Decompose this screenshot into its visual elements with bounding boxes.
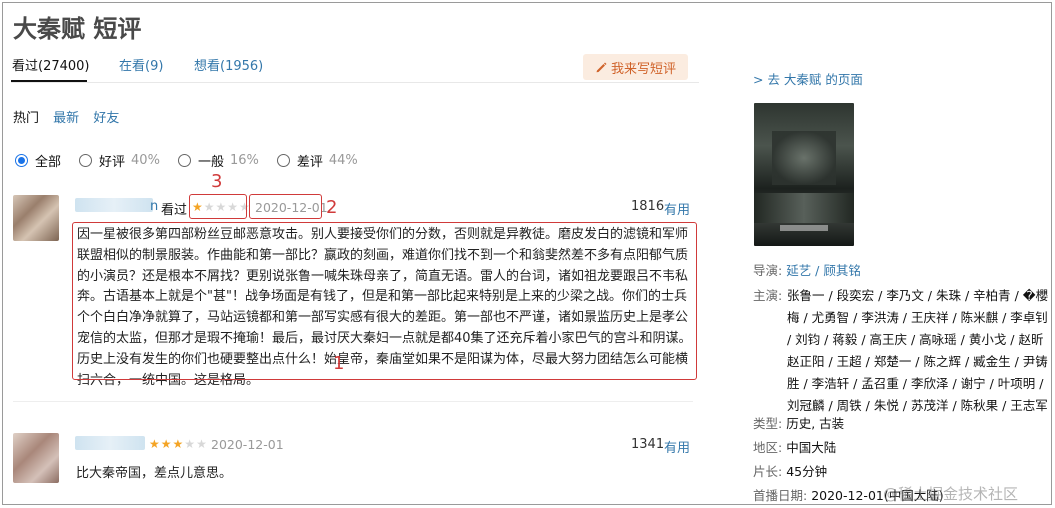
annotation-box-3 bbox=[189, 194, 247, 219]
region-value: 中国大陆 bbox=[786, 440, 837, 455]
cast-label: 主演: bbox=[753, 288, 783, 303]
genre-value: 历史, 古装 bbox=[786, 416, 845, 431]
star-icon: ★ bbox=[184, 437, 196, 451]
useful-button[interactable]: 有用 bbox=[664, 199, 690, 218]
rating-stars: ★ ★ ★ ★ ★ bbox=[149, 437, 207, 451]
info-length: 片长: 45分钟 bbox=[753, 461, 827, 483]
watermark: @稀土掘金技术社区 bbox=[883, 485, 1019, 503]
filter-medium[interactable]: 一般 16% bbox=[177, 151, 259, 170]
username-tail[interactable]: n bbox=[150, 199, 158, 214]
info-cast: 张鲁一 / 段奕宏 / 李乃文 / 朱珠 / 辛柏青 / �櫻 梅 / 尤勇智 … bbox=[787, 285, 1048, 417]
comment-divider bbox=[13, 401, 693, 402]
star-icon: ★ bbox=[149, 437, 160, 451]
director-label: 导演: bbox=[753, 263, 783, 278]
page-frame: 大秦赋 短评 看过(27400) 在看(9) 想看(1956) 我来写短评 热门… bbox=[2, 2, 1052, 505]
vote-count: 1341 bbox=[631, 437, 665, 452]
tab-want[interactable]: 想看(1956) bbox=[194, 55, 263, 74]
comment-date: 2020-12-01 bbox=[211, 437, 284, 452]
poster-image[interactable] bbox=[754, 103, 854, 246]
radio-all[interactable] bbox=[15, 154, 28, 167]
filter-bad[interactable]: 差评 44% bbox=[276, 151, 358, 170]
tab-watching[interactable]: 在看(9) bbox=[119, 55, 163, 74]
filter-medium-pct: 16% bbox=[229, 153, 259, 168]
annotation-label-1: 1 bbox=[333, 353, 345, 374]
annotation-label-3: 3 bbox=[211, 171, 223, 192]
avatar[interactable] bbox=[13, 195, 59, 241]
annotation-box-2 bbox=[249, 194, 322, 219]
radio-medium[interactable] bbox=[177, 154, 191, 167]
sort-hot[interactable]: 热门 bbox=[13, 111, 39, 126]
star-icon: ★ bbox=[196, 437, 207, 451]
cast-line[interactable]: 张鲁一 / 段奕宏 / 李乃文 / 朱珠 / 辛柏青 / �櫻 bbox=[787, 285, 1048, 307]
rating-filter: 全部 好评 40% 一般 16% 差评 44% bbox=[15, 151, 376, 170]
filter-bad-label: 差评 bbox=[296, 155, 323, 170]
comment-status: 看过 bbox=[161, 203, 188, 218]
vote-count: 1816 bbox=[631, 199, 665, 214]
avatar[interactable] bbox=[13, 433, 59, 483]
sort-latest[interactable]: 最新 bbox=[53, 111, 79, 126]
page-title: 大秦赋 短评 bbox=[13, 15, 142, 43]
back-to-subject-link[interactable]: > 去 大秦赋 的页面 bbox=[753, 69, 863, 88]
length-label: 片长: bbox=[753, 464, 783, 479]
info-cast-label: 主演: bbox=[753, 285, 782, 307]
write-review-label: 我来写短评 bbox=[610, 61, 676, 77]
filter-good[interactable]: 好评 40% bbox=[79, 151, 160, 170]
star-icon: ★ bbox=[172, 437, 184, 451]
region-label: 地区: bbox=[753, 440, 783, 455]
filter-bad-pct: 44% bbox=[328, 153, 358, 168]
info-region: 地区: 中国大陆 bbox=[753, 437, 836, 459]
filter-all-label: 全部 bbox=[35, 155, 62, 170]
sort-bar: 热门 最新 好友 bbox=[13, 107, 129, 126]
username-blurred[interactable] bbox=[75, 436, 145, 450]
annotation-label-2: 2 bbox=[326, 197, 338, 218]
pencil-icon bbox=[596, 62, 607, 73]
radio-good[interactable] bbox=[79, 154, 93, 167]
tab-watched[interactable]: 看过(27400) bbox=[12, 55, 90, 74]
star-icon: ★ bbox=[160, 437, 172, 451]
filter-good-label: 好评 bbox=[99, 155, 126, 170]
comment-text: 比大秦帝国，差点儿意思。 bbox=[76, 466, 233, 481]
username-blurred[interactable] bbox=[75, 198, 153, 212]
genre-label: 类型: bbox=[753, 416, 783, 431]
cast-line[interactable]: / 刘钧 / 蒋毅 / 高王庆 / 高咏瑶 / 黄小戈 / 赵昕 bbox=[787, 329, 1048, 351]
info-director: 导演: 延艺 / 顾其铭 bbox=[753, 260, 861, 282]
radio-bad[interactable] bbox=[276, 154, 290, 167]
director-value[interactable]: 延艺 / 顾其铭 bbox=[786, 263, 861, 278]
length-value: 45分钟 bbox=[786, 464, 828, 479]
filter-all[interactable]: 全部 bbox=[15, 151, 61, 170]
write-review-button[interactable]: 我来写短评 bbox=[583, 54, 688, 80]
info-genre: 类型: 历史, 古装 bbox=[753, 413, 844, 435]
annotation-box-1 bbox=[72, 222, 697, 380]
cast-line[interactable]: 赵正阳 / 王超 / 郑楚一 / 陈之辉 / 臧金生 / 尹铸 bbox=[787, 351, 1048, 373]
filter-medium-label: 一般 bbox=[197, 155, 224, 170]
tabs-divider bbox=[11, 82, 699, 83]
sort-friends[interactable]: 好友 bbox=[93, 111, 119, 126]
filter-good-pct: 40% bbox=[131, 153, 160, 168]
premiere-label: 首播日期: bbox=[753, 488, 808, 503]
useful-button[interactable]: 有用 bbox=[664, 437, 690, 456]
cast-line[interactable]: 胜 / 李浩轩 / 孟召重 / 李欣泽 / 谢宁 / 叶项明 / bbox=[787, 373, 1048, 395]
cast-line[interactable]: 梅 / 尤勇智 / 李洪涛 / 王庆祥 / 陈米麒 / 李卓钊 bbox=[787, 307, 1048, 329]
